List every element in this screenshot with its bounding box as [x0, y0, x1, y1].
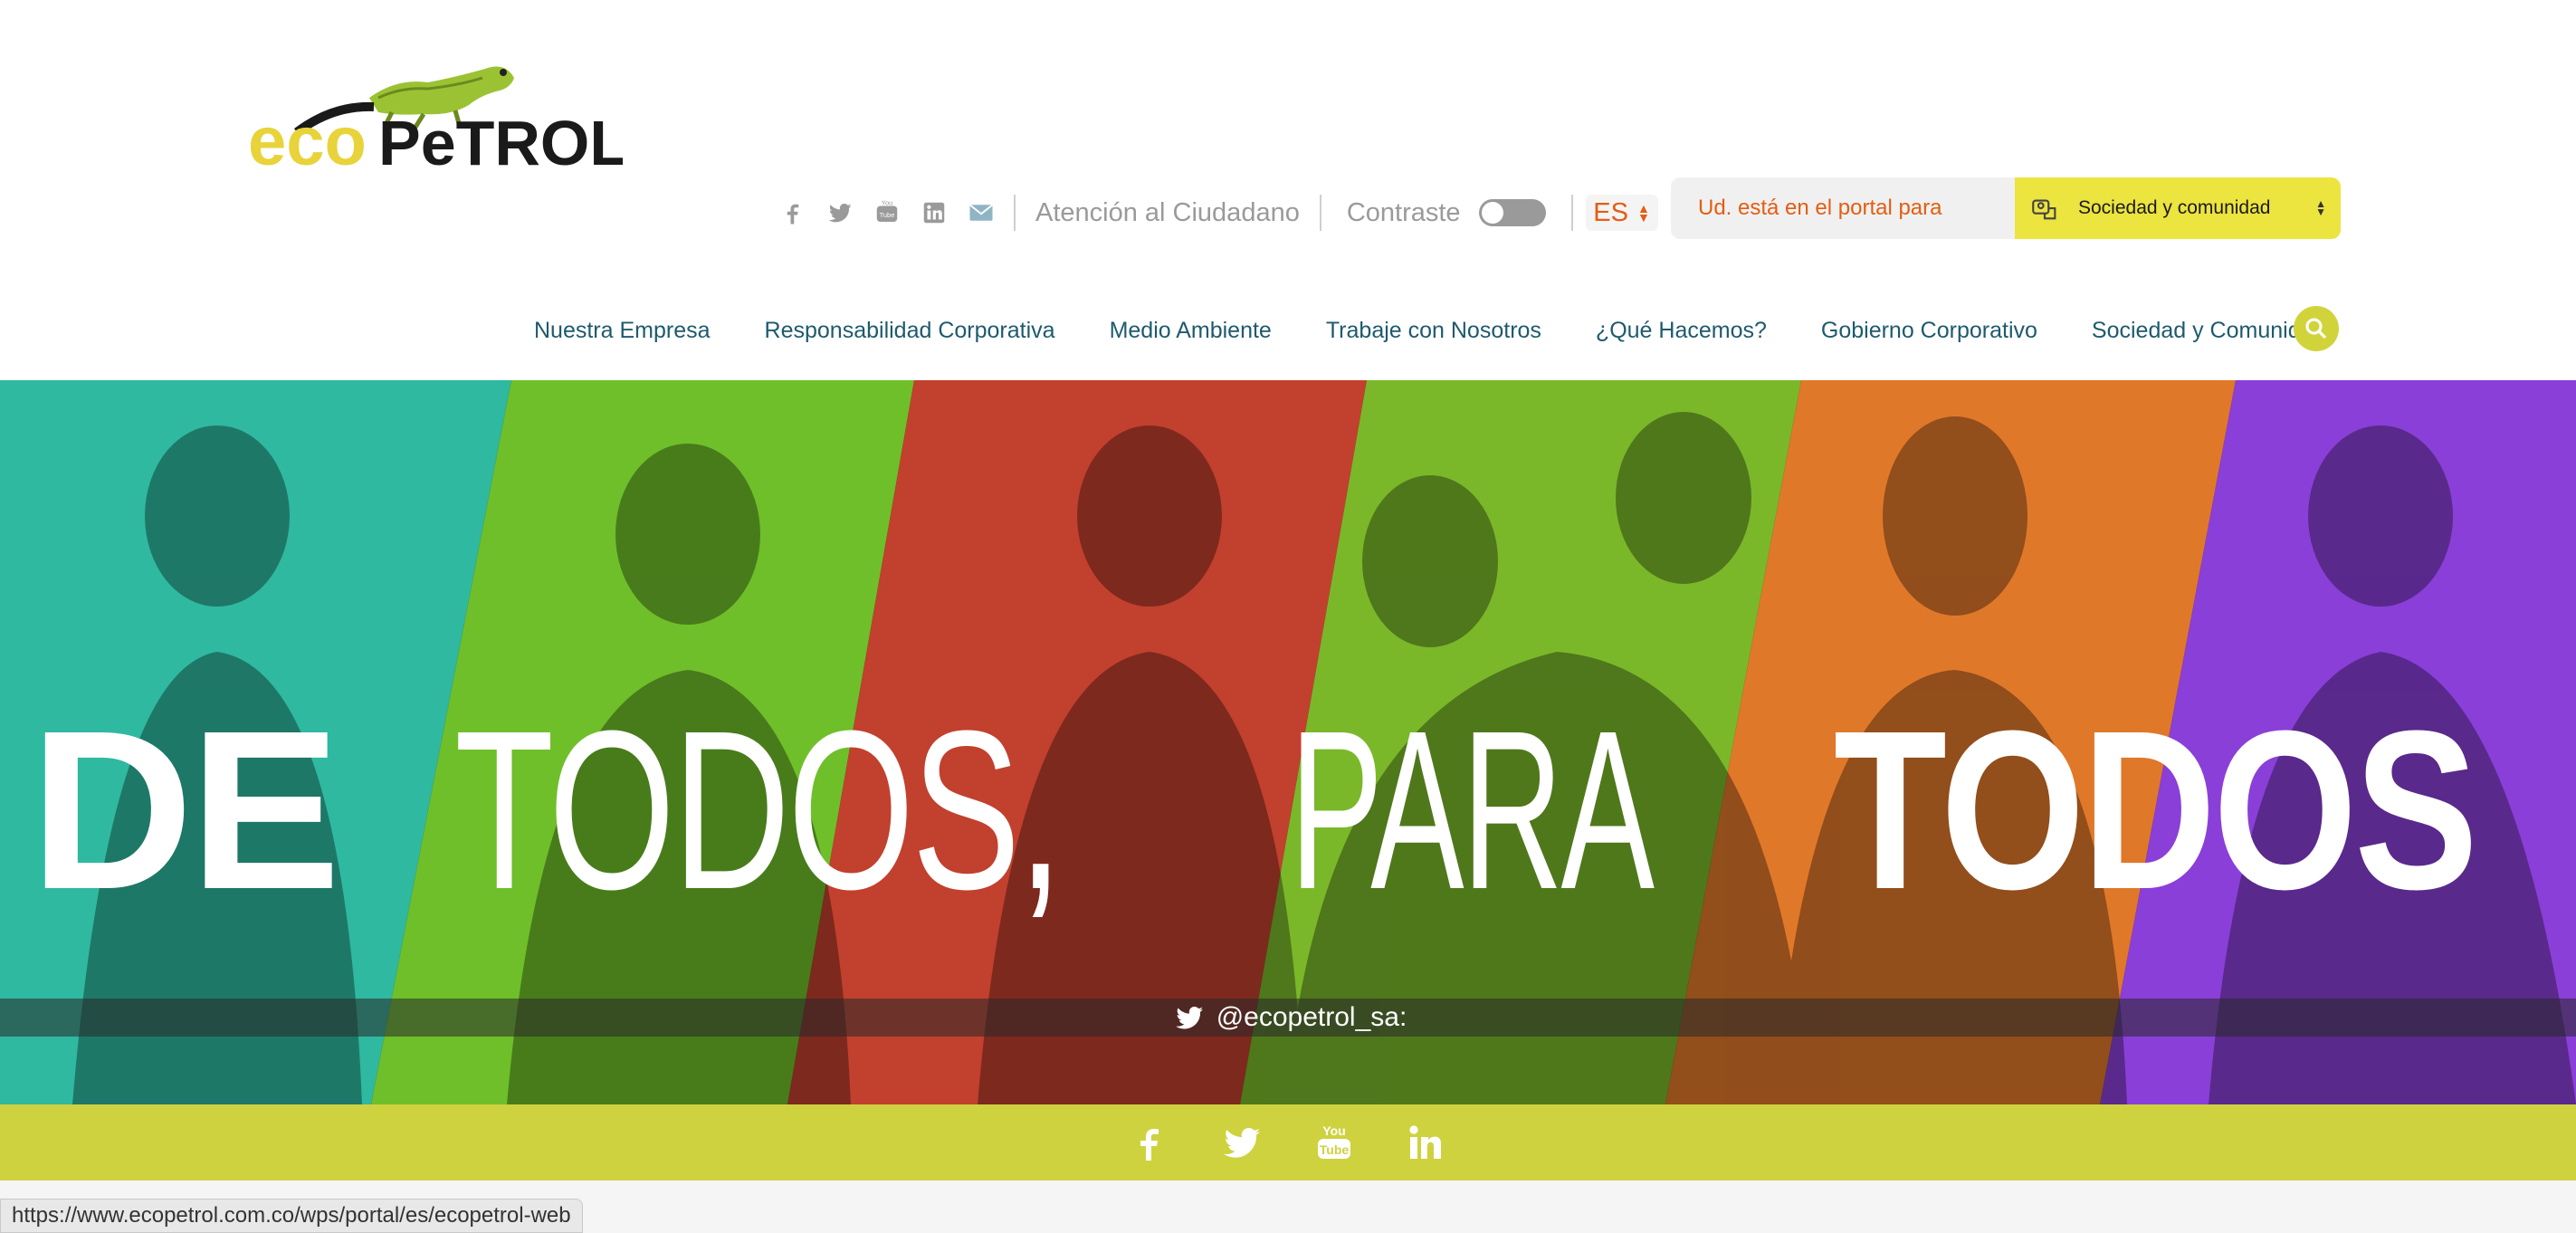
nav-sociedad-y-comunidad[interactable]: Sociedad y Comunidad	[2092, 318, 2326, 344]
hero-banner[interactable]: DE TODOS, PARA TODOS @ecopetrol_sa:	[0, 380, 2576, 1104]
ecopetrol-logo[interactable]: eco PeTROL	[243, 42, 623, 177]
linkedin-icon[interactable]	[920, 198, 949, 227]
contrast-label: Contraste	[1346, 197, 1461, 227]
nav-trabaje-con-nosotros[interactable]: Trabaje con Nosotros	[1326, 318, 1541, 344]
hero-headline: DE TODOS, PARA TODOS	[0, 697, 2576, 923]
portal-dropdown[interactable]: Sociedad y comunidad ▲ ▼	[2015, 177, 2341, 239]
headline-todos-1: TODOS,	[454, 683, 1064, 936]
headline-para: PARA	[1290, 683, 1655, 936]
headline-de: DE	[30, 683, 340, 936]
header-social-links: You Tube	[778, 195, 1016, 231]
select-arrows-icon: ▲ ▼	[2315, 197, 2326, 218]
headline-todos-2: TODOS	[1834, 683, 2478, 936]
svg-text:You: You	[882, 199, 893, 206]
iguana-logo-graphic: eco PeTROL	[248, 66, 623, 177]
twitter-icon[interactable]	[1219, 1120, 1264, 1165]
twitter-handle: @ecopetrol_sa:	[1216, 1002, 1407, 1032]
twitter-icon	[1175, 1006, 1203, 1029]
language-value: ES	[1593, 197, 1628, 227]
svg-text:Tube: Tube	[1320, 1142, 1350, 1157]
search-icon	[2305, 318, 2327, 339]
community-icon	[2032, 199, 2056, 220]
language-selector[interactable]: ES ▲ ▼	[1585, 195, 1658, 231]
search-button[interactable]	[2294, 306, 2339, 351]
svg-text:PeTROL: PeTROL	[378, 108, 623, 177]
svg-text:eco: eco	[248, 103, 367, 177]
main-navigation: Nuestra Empresa Responsabilidad Corporat…	[507, 302, 2352, 358]
portal-label: Ud. está en el portal para	[1671, 177, 2015, 239]
browser-status-url: https://www.ecopetrol.com.co/wps/portal/…	[0, 1199, 583, 1233]
linkedin-icon[interactable]	[1404, 1120, 1449, 1165]
twitter-ticker[interactable]: @ecopetrol_sa:	[0, 999, 2576, 1037]
facebook-icon[interactable]	[1127, 1120, 1172, 1165]
email-icon[interactable]	[967, 198, 996, 227]
toggle-knob	[1481, 202, 1503, 224]
nav-gobierno-corporativo[interactable]: Gobierno Corporativo	[1821, 318, 2037, 344]
twitter-icon[interactable]	[825, 198, 854, 227]
youtube-icon[interactable]: You Tube	[1312, 1120, 1357, 1165]
portal-selector: Ud. está en el portal para Sociedad y co…	[1671, 177, 2341, 239]
page: eco PeTROL You Tube Atención al Ciudadano	[0, 0, 2576, 1233]
sort-arrows-icon: ▲ ▼	[1636, 201, 1650, 225]
svg-text:Tube: Tube	[880, 211, 895, 219]
utility-bar: You Tube Atención al Ciudadano Contraste …	[778, 190, 1658, 235]
contrast-control: Contraste	[1321, 195, 1573, 231]
contrast-toggle[interactable]	[1478, 199, 1546, 226]
atencion-ciudadano-link[interactable]: Atención al Ciudadano	[1016, 195, 1321, 231]
nav-responsabilidad-corporativa[interactable]: Responsabilidad Corporativa	[765, 318, 1055, 344]
nav-medio-ambiente[interactable]: Medio Ambiente	[1110, 318, 1272, 344]
nav-que-hacemos[interactable]: ¿Qué Hacemos?	[1596, 318, 1767, 344]
youtube-icon[interactable]: You Tube	[873, 198, 902, 227]
footer-social-bar: You Tube	[0, 1104, 2576, 1180]
facebook-icon[interactable]	[778, 198, 807, 227]
svg-text:You: You	[1322, 1123, 1345, 1138]
portal-selected-value: Sociedad y comunidad	[2078, 197, 2271, 218]
nav-nuestra-empresa[interactable]: Nuestra Empresa	[534, 318, 711, 344]
